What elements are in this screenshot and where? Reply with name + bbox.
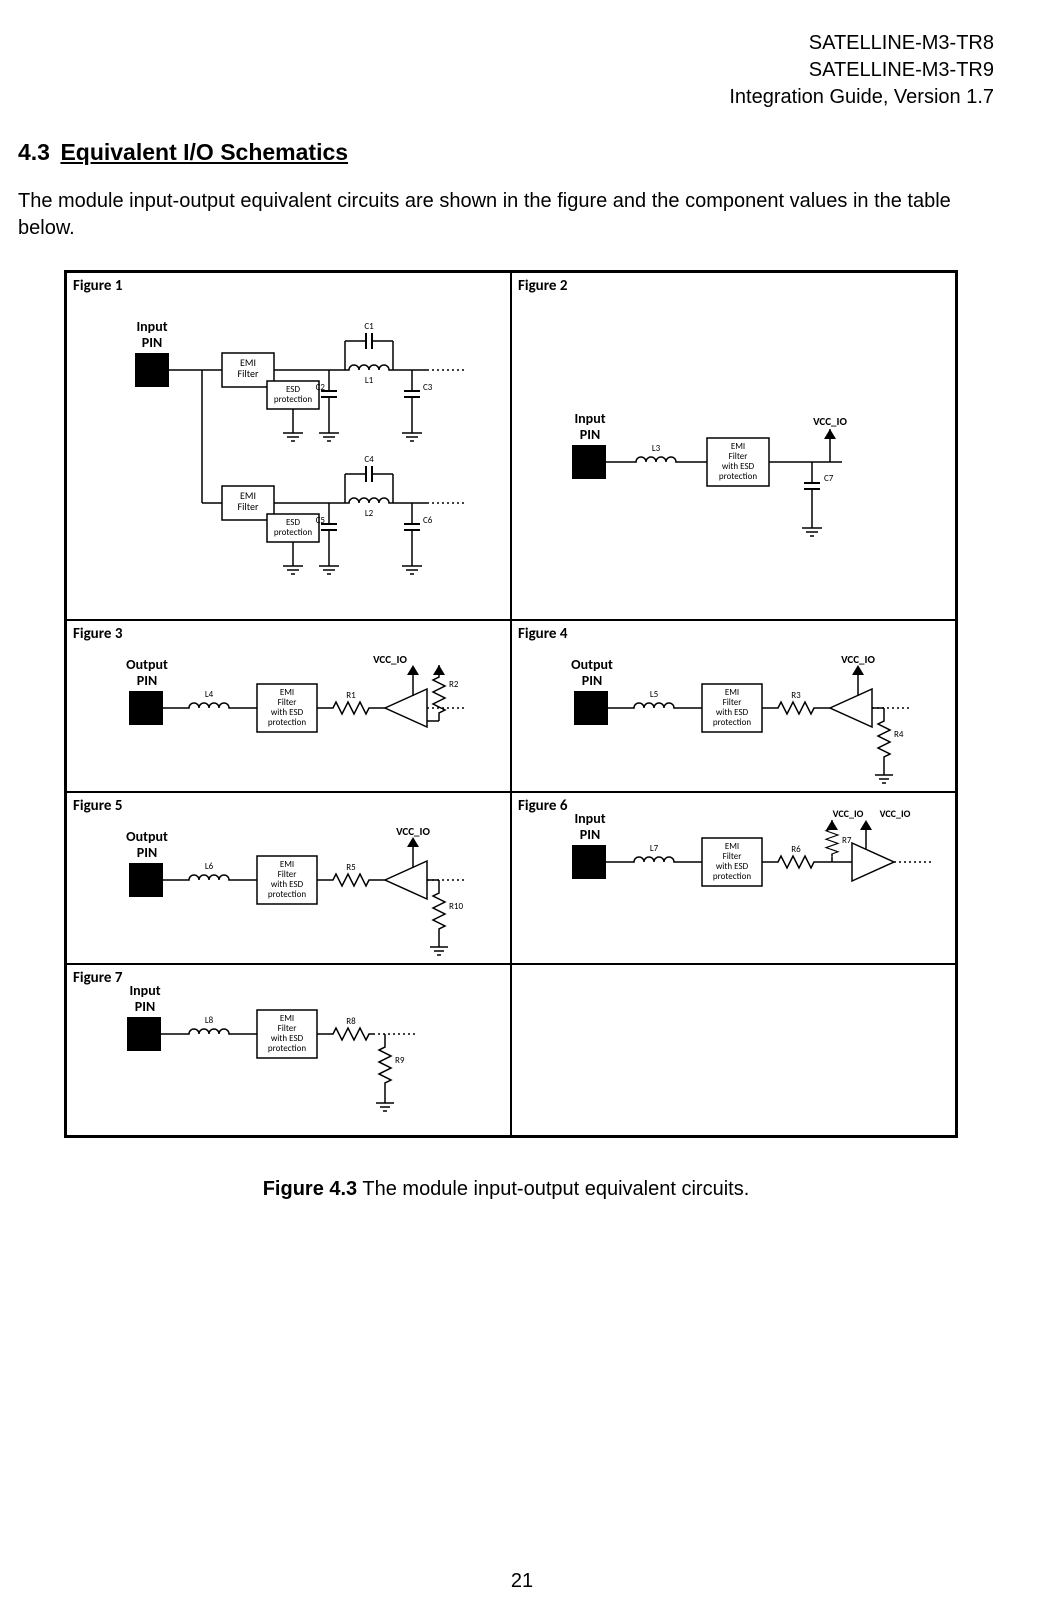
page-number: 21	[0, 1570, 1044, 1593]
svg-text:protection: protection	[274, 394, 312, 405]
svg-text:VCC_IO: VCC_IO	[396, 825, 430, 838]
svg-text:Filter: Filter	[238, 500, 259, 513]
section-number: 4.3	[18, 139, 50, 166]
svg-text:VCC_IO: VCC_IO	[813, 415, 847, 428]
svg-text:protection: protection	[268, 717, 306, 728]
svg-text:L2: L2	[365, 508, 374, 519]
figure-3-svg: Output PIN L4 EMI Filter with ESD protec…	[67, 621, 511, 792]
intro-paragraph: The module input-output equivalent circu…	[18, 188, 994, 242]
svg-text:Filter: Filter	[238, 367, 259, 380]
svg-text:Output: Output	[126, 656, 168, 673]
svg-text:PIN: PIN	[137, 844, 157, 861]
figure-caption: Figure 4.3 The module input-output equiv…	[18, 1178, 994, 1201]
svg-text:L5: L5	[650, 689, 659, 700]
svg-text:L7: L7	[650, 843, 659, 854]
svg-text:R8: R8	[346, 1016, 356, 1027]
svg-text:R6: R6	[791, 844, 801, 855]
svg-text:Input: Input	[574, 810, 605, 827]
svg-text:C3: C3	[423, 382, 433, 393]
figure-1-svg: Input PIN EMI Filter ESD protection	[67, 273, 511, 620]
svg-text:protection: protection	[713, 871, 751, 882]
svg-text:VCC_IO: VCC_IO	[880, 807, 911, 820]
svg-text:Input: Input	[129, 982, 160, 999]
schematic-grid: Figure 1 Input PIN	[64, 270, 958, 1138]
svg-text:R9: R9	[395, 1055, 405, 1066]
svg-text:C7: C7	[824, 473, 834, 484]
header-line-1: SATELLINE-M3-TR8	[18, 30, 994, 57]
svg-text:PIN: PIN	[582, 672, 602, 689]
svg-text:VCC_IO: VCC_IO	[833, 807, 864, 820]
svg-text:C4: C4	[364, 454, 374, 465]
header-line-2: SATELLINE-M3-TR9	[18, 57, 994, 84]
svg-text:Input: Input	[136, 318, 167, 335]
svg-text:Output: Output	[126, 828, 168, 845]
svg-text:L3: L3	[652, 443, 661, 454]
figure-2-svg: Input PIN L3 EMI Filter with ESD protect…	[512, 273, 956, 620]
svg-text:R5: R5	[346, 862, 356, 873]
svg-text:VCC_IO: VCC_IO	[841, 653, 875, 666]
figure-4-svg: Output PIN L5 EMI Filter with ESD protec…	[512, 621, 956, 792]
svg-text:C5: C5	[316, 515, 326, 526]
svg-text:Output: Output	[571, 656, 613, 673]
svg-text:L8: L8	[205, 1015, 214, 1026]
svg-text:VCC_IO: VCC_IO	[373, 653, 407, 666]
svg-text:protection: protection	[713, 717, 751, 728]
svg-text:PIN: PIN	[142, 334, 162, 351]
figure-5-svg: Output PIN L6 EMI Filter with ESD protec…	[67, 793, 511, 964]
section-title: Equivalent I/O Schematics	[60, 139, 348, 165]
figure-7-svg: Input PIN L8 EMI Filter with ESD protect…	[67, 965, 511, 1136]
svg-text:R4: R4	[894, 729, 904, 740]
svg-text:PIN: PIN	[580, 426, 600, 443]
svg-text:PIN: PIN	[137, 672, 157, 689]
svg-text:R7: R7	[842, 835, 852, 846]
svg-text:L6: L6	[205, 861, 214, 872]
svg-text:L1: L1	[365, 375, 374, 386]
svg-text:PIN: PIN	[580, 826, 600, 843]
svg-text:protection: protection	[719, 471, 757, 482]
empty-cell	[511, 964, 956, 1136]
figure-6-svg: Input PIN L7 EMI Filter with ESD protect…	[512, 793, 956, 964]
svg-text:C6: C6	[423, 515, 433, 526]
svg-text:protection: protection	[268, 889, 306, 900]
svg-text:R1: R1	[346, 690, 356, 701]
svg-text:C1: C1	[364, 321, 374, 332]
svg-text:R10: R10	[449, 901, 463, 912]
svg-text:C2: C2	[316, 382, 326, 393]
svg-text:R2: R2	[449, 679, 459, 690]
svg-text:Input: Input	[574, 410, 605, 427]
svg-text:R3: R3	[791, 690, 801, 701]
header-line-3: Integration Guide, Version 1.7	[18, 84, 994, 111]
svg-text:PIN: PIN	[135, 998, 155, 1015]
svg-text:protection: protection	[274, 527, 312, 538]
svg-text:L4: L4	[205, 689, 214, 700]
svg-text:protection: protection	[268, 1043, 306, 1054]
